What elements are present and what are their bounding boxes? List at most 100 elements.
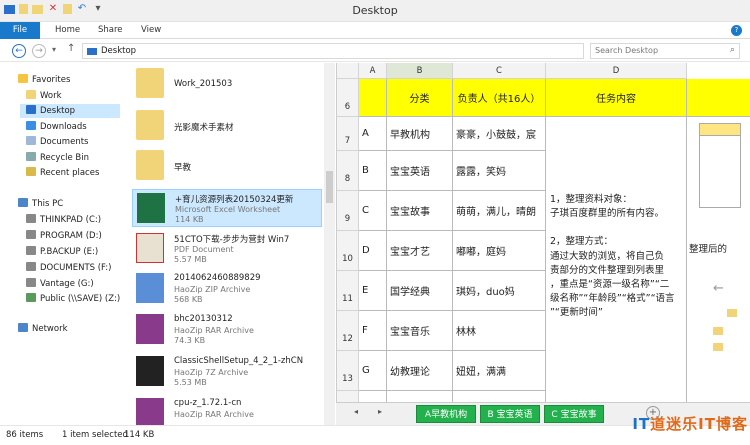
cell[interactable]: 分类 xyxy=(387,79,453,117)
folder-icon xyxy=(136,68,164,98)
nav-recent-places[interactable]: Recent places xyxy=(26,166,99,180)
recent-locations-icon[interactable]: ▾ xyxy=(52,45,56,54)
cell[interactable]: B xyxy=(359,151,387,191)
nav-work[interactable]: Work xyxy=(26,89,62,103)
tab-home[interactable]: Home xyxy=(55,22,80,39)
list-item[interactable]: 2014062460889829 HaoZip ZIP Archive 568 KB xyxy=(132,270,322,308)
nav-drive-g[interactable]: Vantage (G:) xyxy=(26,277,94,291)
list-item[interactable]: ClassicShellSetup_4_2_1-zhCN HaoZip 7Z Ar… xyxy=(132,353,322,391)
excel-icon xyxy=(137,193,165,223)
list-item[interactable]: cpu-z_1.72.1-cn HaoZip RAR Archive xyxy=(132,395,322,425)
up-button[interactable]: ↑ xyxy=(67,43,75,54)
cell[interactable]: F xyxy=(359,311,387,351)
tab-view[interactable]: View xyxy=(141,22,161,39)
column-header-d[interactable]: D xyxy=(546,63,687,79)
nav-network[interactable]: Network xyxy=(18,322,68,336)
nav-drive-e[interactable]: P.BACKUP (E:) xyxy=(26,245,98,259)
row-header[interactable]: 13 xyxy=(337,351,359,391)
prev-sheet-icon[interactable]: ◂ xyxy=(354,407,358,416)
help-icon[interactable]: ? xyxy=(731,25,742,36)
cell[interactable]: 萌萌，满儿，晴朗 xyxy=(453,191,546,231)
item-count: 86 items xyxy=(6,430,44,440)
forward-button[interactable]: → xyxy=(32,44,46,58)
cell[interactable]: 豪豪，小鼓鼓，宸 xyxy=(453,117,546,151)
scrollbar-thumb[interactable] xyxy=(326,171,333,203)
desktop-icon xyxy=(26,105,36,114)
pdf-icon xyxy=(136,233,164,263)
folder-icon xyxy=(136,150,164,180)
header-fill xyxy=(687,79,750,117)
embedded-table-thumbnail xyxy=(699,123,741,208)
task-content-cell[interactable]: 1，整理资料对象： 子琪百度群里的所有内容。 2，整理方式： 通过大致的浏览，将… xyxy=(546,117,687,425)
tab-share[interactable]: Share xyxy=(98,22,123,39)
cell[interactable]: G xyxy=(359,351,387,391)
column-header-c[interactable]: C xyxy=(453,63,546,79)
column-header-a[interactable]: A xyxy=(359,63,387,79)
nav-drive-z[interactable]: Public (\\SAVE) (Z:) xyxy=(26,292,120,306)
recent-places-icon xyxy=(26,167,36,176)
cell[interactable]: 妞妞，满满 xyxy=(453,351,546,391)
file-list-scrollbar[interactable] xyxy=(324,63,335,425)
back-arrow-icon[interactable]: ← xyxy=(713,281,724,296)
cell[interactable]: 露露，笑妈 xyxy=(453,151,546,191)
cell[interactable]: C xyxy=(359,191,387,231)
drive-icon xyxy=(26,230,36,239)
column-header-b[interactable]: B xyxy=(387,63,453,79)
search-input[interactable]: Search Desktop ⌕ xyxy=(590,43,740,59)
list-item[interactable]: bhc20130312 HaoZip RAR Archive 74.3 KB xyxy=(132,311,322,349)
sheet-tab[interactable]: A早教机构 xyxy=(416,405,476,423)
nav-drive-c[interactable]: THINKPAD (C:) xyxy=(26,213,101,227)
list-item[interactable]: Work_201503 xyxy=(132,65,322,103)
row-header[interactable]: 9 xyxy=(337,191,359,231)
cell[interactable]: D xyxy=(359,231,387,271)
nav-desktop[interactable]: Desktop xyxy=(20,104,120,118)
cell[interactable]: 国学经典 xyxy=(387,271,453,311)
cell[interactable] xyxy=(359,79,387,117)
cell[interactable]: 负责人（共16人） xyxy=(453,79,546,117)
nav-drive-d[interactable]: PROGRAM (D:) xyxy=(26,229,102,243)
select-all-corner[interactable] xyxy=(337,63,359,79)
tab-file[interactable]: File xyxy=(0,22,40,39)
nav-recycle-bin[interactable]: Recycle Bin xyxy=(26,151,89,165)
nav-this-pc[interactable]: This PC xyxy=(18,197,63,211)
cell[interactable]: 宝宝故事 xyxy=(387,191,453,231)
next-sheet-icon[interactable]: ▸ xyxy=(378,407,382,416)
excel-sheet: A B C D 6 7 8 9 10 11 12 13 14 分类 负责人（共1… xyxy=(336,63,750,425)
row-header[interactable]: 8 xyxy=(337,151,359,191)
cell[interactable]: 宝宝英语 xyxy=(387,151,453,191)
row-header[interactable]: 11 xyxy=(337,271,359,311)
network-drive-icon xyxy=(26,293,36,302)
back-button[interactable]: ← xyxy=(12,44,26,58)
cell[interactable]: 琪妈，duo妈 xyxy=(453,271,546,311)
row-header[interactable]: 7 xyxy=(337,117,359,151)
cell[interactable]: E xyxy=(359,271,387,311)
list-item[interactable]: +育儿资源列表20150324更新 Microsoft Excel Workshe… xyxy=(132,189,322,227)
cell[interactable]: 幼教理论 xyxy=(387,351,453,391)
row-header[interactable]: 12 xyxy=(337,311,359,351)
note-text: 整理后的 xyxy=(689,244,728,255)
cell[interactable]: 任务内容 xyxy=(546,79,687,117)
folder-icon xyxy=(713,327,723,335)
nav-documents[interactable]: Documents xyxy=(26,135,88,149)
row-header[interactable]: 6 xyxy=(337,79,359,117)
sheet-tab[interactable]: C 宝宝故事 xyxy=(544,405,604,423)
computer-icon xyxy=(18,198,28,207)
folder-icon xyxy=(26,90,36,99)
list-item[interactable]: 早教 xyxy=(132,147,322,185)
cell[interactable]: 嘟嘟，庭妈 xyxy=(453,231,546,271)
list-item[interactable]: 光影魔术手素材 xyxy=(132,107,322,145)
drive-icon xyxy=(26,278,36,287)
cell[interactable]: A xyxy=(359,117,387,151)
sheet-tab[interactable]: B 宝宝英语 xyxy=(480,405,540,423)
row-header[interactable]: 10 xyxy=(337,231,359,271)
cell[interactable]: 宝宝才艺 xyxy=(387,231,453,271)
nav-favorites[interactable]: Favorites xyxy=(18,73,70,87)
cell[interactable]: 林林 xyxy=(453,311,546,351)
nav-downloads[interactable]: Downloads xyxy=(26,120,87,134)
cell[interactable]: 宝宝音乐 xyxy=(387,311,453,351)
list-item[interactable]: 51CTO下载-步步为营封 Win7 PDF Document 5.57 MB xyxy=(132,230,322,268)
window-title: Desktop xyxy=(352,4,398,17)
address-field[interactable]: Desktop xyxy=(82,43,584,59)
cell[interactable]: 早教机构 xyxy=(387,117,453,151)
nav-drive-f[interactable]: DOCUMENTS (F:) xyxy=(26,261,111,275)
